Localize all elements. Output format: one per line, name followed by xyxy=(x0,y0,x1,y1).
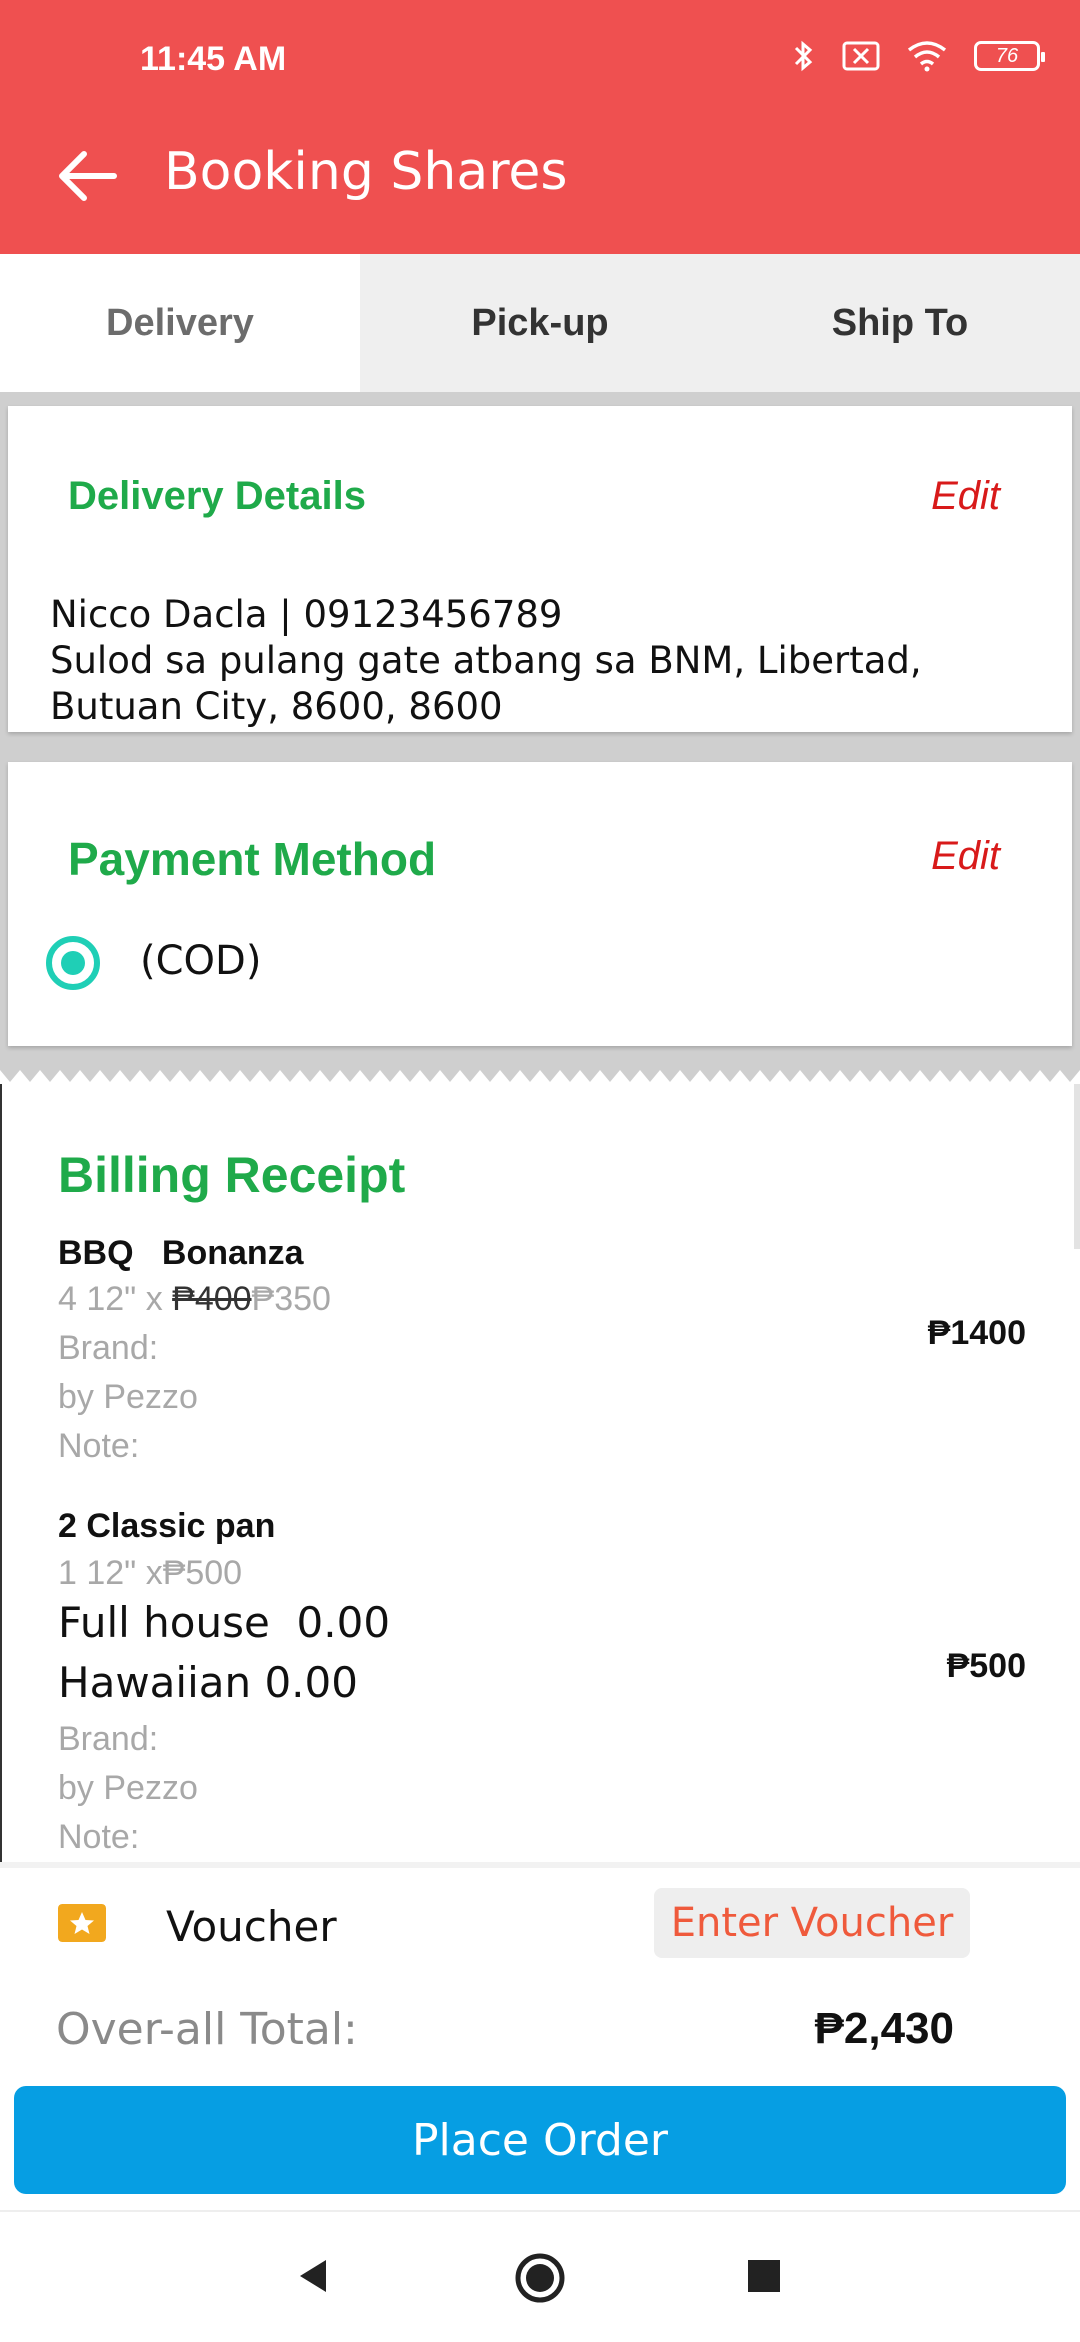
contact-line: Nicco Dacla | 09123456789 xyxy=(50,593,563,636)
delivery-address: Nicco Dacla | 09123456789 Sulod sa pulan… xyxy=(50,592,1050,730)
item-qty-price: 1 12" x₱500 xyxy=(58,1554,243,1592)
item-brand: by Pezzo xyxy=(58,1769,198,1807)
tab-ship-to[interactable]: Ship To xyxy=(720,254,1080,392)
app-bar: 11:45 AM 76 Booking Shares xyxy=(0,0,1080,254)
item-note: Note: xyxy=(58,1818,140,1856)
payment-method-heading: Payment Method xyxy=(68,833,437,885)
item-old-price: ₱400 xyxy=(172,1280,252,1318)
battery-icon: 76 xyxy=(974,41,1045,71)
bluetooth-icon xyxy=(794,40,813,72)
footer-divider xyxy=(0,1862,1080,1868)
item-option: Hawaiian 0.00 xyxy=(58,1658,358,1707)
status-icons: 76 xyxy=(792,38,1045,74)
overall-total-label: Over-all Total: xyxy=(56,2004,358,2055)
item-brand-label: Brand: xyxy=(58,1329,159,1367)
system-nav-bar xyxy=(0,2210,1080,2342)
receipt-scrollbar[interactable] xyxy=(1074,1084,1080,1249)
tab-pickup[interactable]: Pick-up xyxy=(360,254,720,392)
item-brand: by Pezzo xyxy=(58,1378,198,1416)
billing-receipt[interactable]: Billing Receipt BBQ Bonanza 4 12" x ₱400… xyxy=(0,1084,1080,1864)
item-brand-label: Brand: xyxy=(58,1720,159,1758)
nav-back-icon[interactable] xyxy=(296,2256,330,2296)
nav-recents-icon[interactable] xyxy=(746,2258,782,2294)
battery-level: 76 xyxy=(995,44,1019,67)
delivery-details-card: Delivery Details Edit Nicco Dacla | 0912… xyxy=(8,406,1072,732)
item-new-price: ₱350 xyxy=(251,1280,331,1318)
status-time: 11:45 AM xyxy=(140,40,287,78)
enter-voucher-button[interactable]: Enter Voucher xyxy=(654,1888,970,1958)
page-title: Booking Shares xyxy=(164,142,568,202)
billing-receipt-title: Billing Receipt xyxy=(58,1147,406,1203)
tab-delivery[interactable]: Delivery xyxy=(0,254,360,392)
back-arrow-icon[interactable] xyxy=(54,146,124,206)
sim-off-icon xyxy=(842,41,880,71)
address-line: Sulod sa pulang gate atbang sa BNM, Libe… xyxy=(50,639,922,728)
item-name: BBQ Bonanza xyxy=(58,1234,304,1272)
nav-home-icon[interactable] xyxy=(514,2252,566,2304)
cod-label: (COD) xyxy=(140,938,262,984)
delivery-tabs: Delivery Pick-up Ship To xyxy=(0,254,1080,392)
item-qty: 4 12" x xyxy=(58,1280,173,1318)
delivery-details-heading: Delivery Details xyxy=(68,474,366,518)
voucher-icon xyxy=(58,1904,106,1942)
overall-total-value: ₱2,430 xyxy=(814,2004,954,2053)
item-total: ₱500 xyxy=(946,1647,1026,1685)
payment-method-card: Payment Method Edit (COD) xyxy=(8,762,1072,1046)
edit-payment-link[interactable]: Edit xyxy=(931,834,1000,879)
item-total: ₱1400 xyxy=(927,1314,1026,1352)
place-order-button[interactable]: Place Order xyxy=(14,2086,1066,2194)
receipt-zigzag-edge xyxy=(0,1062,1080,1084)
edit-delivery-link[interactable]: Edit xyxy=(931,474,1000,519)
wifi-icon xyxy=(907,41,947,72)
item-name: 2 Classic pan xyxy=(58,1507,276,1545)
cod-radio-button[interactable] xyxy=(46,936,100,990)
item-note: Note: xyxy=(58,1427,140,1465)
voucher-label: Voucher xyxy=(166,1902,337,1951)
item-qty-price: 4 12" x ₱400₱350 xyxy=(58,1280,331,1319)
item-option: Full house 0.00 xyxy=(58,1598,391,1647)
